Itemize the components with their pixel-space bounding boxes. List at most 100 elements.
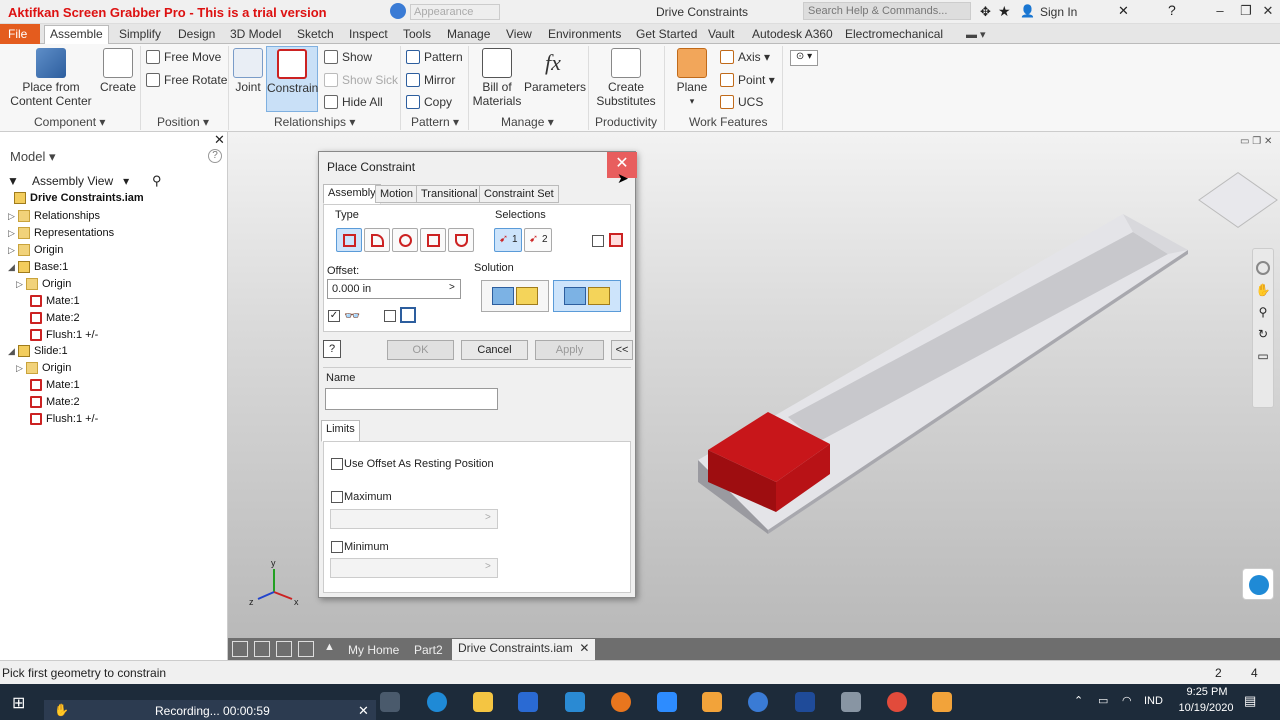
free-move-button[interactable]: Free Move <box>146 50 221 64</box>
selection-2-button[interactable]: ➹ 2 <box>524 228 552 252</box>
tree-item-slide-origin[interactable]: ▷ Origin <box>16 362 71 374</box>
share-button[interactable] <box>1242 568 1274 600</box>
show-preview-checkbox[interactable]: ✓ <box>328 310 340 322</box>
steering-wheel-icon[interactable] <box>1256 261 1270 275</box>
tree-item-slide-mate2[interactable]: Mate:2 <box>30 396 80 408</box>
search-input[interactable]: Search Help & Commands... <box>803 2 971 20</box>
joint-button[interactable]: Joint <box>232 48 264 94</box>
predict-offset-checkbox[interactable] <box>384 310 396 322</box>
tile-vertical-icon[interactable] <box>298 641 314 657</box>
language-indicator[interactable]: IND <box>1144 695 1163 707</box>
tab-limits[interactable]: Limits <box>321 420 360 442</box>
file-explorer-icon[interactable] <box>473 692 493 712</box>
close-tab-icon[interactable]: ✕ <box>579 641 589 655</box>
browser-close-icon[interactable]: ✕ <box>214 132 225 148</box>
place-from-content-center-button[interactable]: Place from Content Center <box>8 48 94 108</box>
offset-input[interactable]: 0.000 in <box>327 279 461 299</box>
tab-transitional[interactable]: Transitional <box>416 185 483 203</box>
tab-environments[interactable]: Environments <box>543 26 626 42</box>
exchange-icon[interactable]: ✕ <box>1118 3 1129 19</box>
ribbon-options-dropdown[interactable]: ⊙ ▾ <box>790 50 818 66</box>
tile-icon[interactable] <box>254 641 270 657</box>
tab-motion[interactable]: Motion <box>375 185 419 203</box>
app-icon[interactable] <box>841 692 861 712</box>
tab-design[interactable]: Design <box>173 26 220 42</box>
firefox-icon[interactable] <box>611 692 631 712</box>
overflow-dropdown-icon[interactable]: ▬ ▾ <box>966 28 986 41</box>
tree-item-slide[interactable]: ◢ Slide:1 <box>8 345 68 357</box>
tab-get-started[interactable]: Get Started <box>631 26 702 42</box>
cancel-button[interactable]: Cancel <box>461 340 528 360</box>
chrome-icon[interactable] <box>887 692 907 712</box>
tab-inspect[interactable]: Inspect <box>344 26 393 42</box>
group-relationships[interactable]: Relationships ▾ <box>274 115 355 129</box>
filter-icon[interactable]: ▼ <box>7 174 19 188</box>
tree-item-base-mate2[interactable]: Mate:2 <box>30 312 80 324</box>
collapse-button[interactable]: << <box>611 340 633 360</box>
type-symmetry-button[interactable] <box>448 228 474 252</box>
clock-time[interactable]: 9:25 PM <box>1180 686 1234 698</box>
malwarebytes-icon[interactable] <box>795 692 815 712</box>
tree-item-origin[interactable]: ▷ Origin <box>8 244 63 256</box>
tab-electromechanical[interactable]: Electromechanical <box>840 26 948 42</box>
ucs-button[interactable]: UCS <box>720 95 763 109</box>
wifi-icon[interactable]: ◠ <box>1122 694 1132 707</box>
sign-in-link[interactable]: Sign In <box>1040 5 1077 19</box>
tab-sketch[interactable]: Sketch <box>292 26 339 42</box>
offset-arrow-icon[interactable]: > <box>449 282 455 293</box>
tray-chevron-icon[interactable]: ⌃ <box>1074 694 1083 707</box>
notifications-icon[interactable]: ▤ <box>1244 693 1256 709</box>
constrain-button[interactable]: Constrain <box>266 46 318 112</box>
windows-start-icon[interactable]: ⊞ <box>12 693 25 713</box>
axis-button[interactable]: Axis ▾ <box>720 50 770 64</box>
assembly-view-dropdown[interactable]: Assembly View ▾ <box>32 174 129 188</box>
cascade-icon[interactable] <box>232 641 248 657</box>
type-insert-button[interactable] <box>420 228 446 252</box>
tree-item-relationships[interactable]: ▷ Relationships <box>8 210 100 222</box>
use-offset-checkbox[interactable] <box>331 458 343 470</box>
copy-button[interactable]: Copy <box>406 95 452 109</box>
orbit-icon[interactable]: ↻ <box>1253 327 1273 341</box>
free-rotate-button[interactable]: Free Rotate <box>146 73 227 87</box>
tab-manage[interactable]: Manage <box>442 26 495 42</box>
show-sick-button[interactable]: Show Sick <box>324 73 398 87</box>
zoom-icon[interactable]: ⚲ <box>1253 305 1273 319</box>
tree-item-base-flush[interactable]: Flush:1 +/- <box>30 329 98 341</box>
mail-icon[interactable] <box>565 692 585 712</box>
tab-assembly[interactable]: Assembly <box>323 184 381 204</box>
group-component[interactable]: Component ▾ <box>34 115 105 129</box>
inventor-icon[interactable] <box>932 692 952 712</box>
selection-1-button[interactable]: ➹ 1 <box>494 228 522 252</box>
tab-3d-model[interactable]: 3D Model <box>225 26 286 42</box>
browser-title[interactable]: Model ▾ <box>10 149 56 165</box>
tree-item-base-origin[interactable]: ▷ Origin <box>16 278 71 290</box>
help-icon[interactable]: ? <box>1168 2 1176 18</box>
restore-button[interactable]: ❐ <box>1236 3 1256 21</box>
find-icon[interactable]: ⚲ <box>152 173 162 189</box>
media-player-icon[interactable] <box>702 692 722 712</box>
menu-arrow-icon[interactable]: ▲ <box>324 641 335 653</box>
appearance-icon[interactable] <box>390 3 406 19</box>
clock-date[interactable]: 10/19/2020 <box>1174 702 1238 714</box>
pattern-button[interactable]: Pattern <box>406 50 463 64</box>
tree-item-base[interactable]: ◢ Base:1 <box>8 261 68 273</box>
store-icon[interactable] <box>518 692 538 712</box>
name-input[interactable] <box>325 388 498 410</box>
appearance-dropdown[interactable]: Appearance <box>410 4 500 20</box>
edge-icon[interactable] <box>427 692 447 712</box>
tree-item-representations[interactable]: ▷ Representations <box>8 227 114 239</box>
tree-item-slide-flush[interactable]: Flush:1 +/- <box>30 413 98 425</box>
browser-icon[interactable] <box>748 692 768 712</box>
tile-horizontal-icon[interactable] <box>276 641 292 657</box>
pan-icon[interactable]: ✋ <box>1253 283 1273 297</box>
close-window-button[interactable]: ✕ <box>1258 3 1278 21</box>
zoom-app-icon[interactable] <box>657 692 677 712</box>
bill-of-materials-button[interactable]: Bill of Materials <box>472 48 522 108</box>
file-menu[interactable]: File <box>0 24 40 44</box>
show-button[interactable]: Show <box>324 50 372 64</box>
tree-item-base-mate1[interactable]: Mate:1 <box>30 295 80 307</box>
group-manage[interactable]: Manage ▾ <box>501 115 554 129</box>
tab-tools[interactable]: Tools <box>398 26 436 42</box>
recording-close-icon[interactable]: ✕ <box>358 703 369 719</box>
task-view-icon[interactable] <box>380 692 400 712</box>
